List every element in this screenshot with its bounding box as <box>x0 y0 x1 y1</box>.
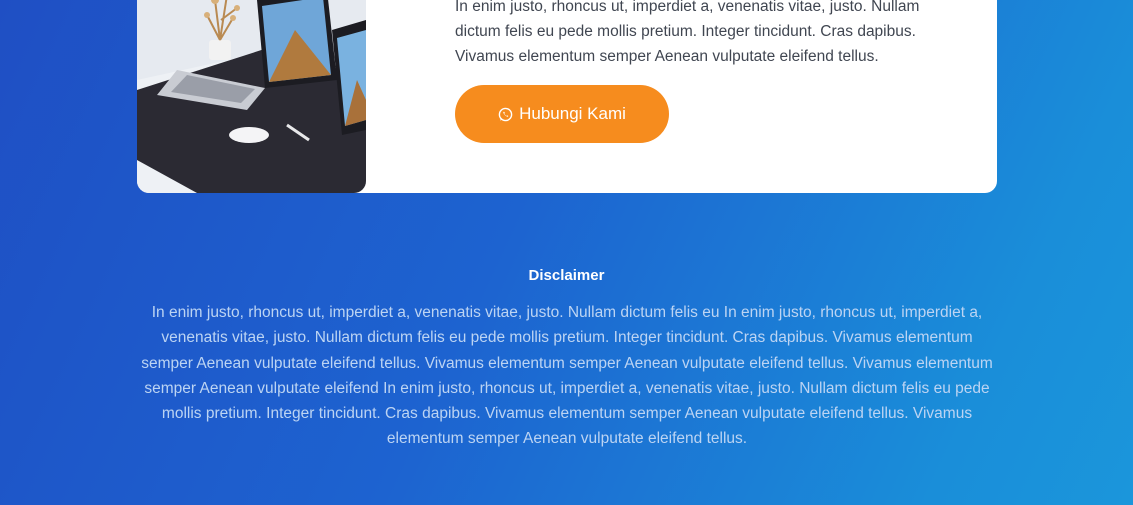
contact-us-button[interactable]: Hubungi Kami <box>455 85 669 143</box>
card-description: In enim justo, rhoncus ut, imperdiet a, … <box>455 0 920 65</box>
disclaimer-text: In enim justo, rhoncus ut, imperdiet a, … <box>141 304 993 448</box>
contact-card: In enim justo, rhoncus ut, imperdiet a, … <box>137 0 997 193</box>
disclaimer-title: Disclaimer <box>528 267 605 284</box>
contact-us-label: Hubungi Kami <box>519 104 626 123</box>
whatsapp-icon <box>498 107 513 122</box>
laptop-desk-image <box>137 0 366 193</box>
